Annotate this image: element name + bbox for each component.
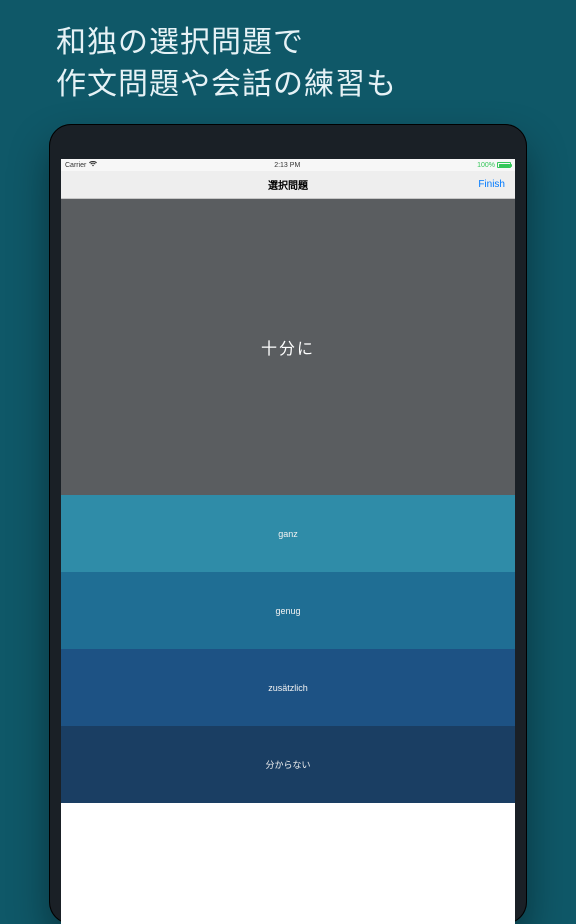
nav-title: 選択問題: [268, 177, 308, 192]
tablet-frame: Carrier 2:13 PM 100% 選択問題 Finish 十分に gan…: [49, 124, 527, 924]
finish-button[interactable]: Finish: [478, 179, 505, 190]
wifi-icon: [89, 161, 97, 169]
status-left: Carrier: [65, 161, 97, 169]
battery-percent: 100%: [477, 162, 495, 169]
nav-bar: 選択問題 Finish: [61, 171, 515, 199]
battery-indicator: 100%: [477, 162, 511, 169]
answer-option-2[interactable]: genug: [61, 572, 515, 649]
tablet-screen: Carrier 2:13 PM 100% 選択問題 Finish 十分に gan…: [61, 159, 515, 924]
answer-option-label: ganz: [278, 529, 298, 539]
promo-headline: 和独の選択問題で 作文問題や会話の練習も: [0, 0, 576, 124]
status-time: 2:13 PM: [274, 162, 300, 169]
answer-option-label: genug: [275, 606, 300, 616]
promo-line-1: 和独の選択問題で: [56, 22, 576, 64]
carrier-label: Carrier: [65, 162, 86, 169]
answer-option-1[interactable]: ganz: [61, 495, 515, 572]
answer-option-label: 分からない: [265, 758, 310, 771]
promo-line-2: 作文問題や会話の練習も: [56, 64, 576, 106]
battery-icon: [497, 162, 511, 168]
status-bar: Carrier 2:13 PM 100%: [61, 159, 515, 171]
answer-option-3[interactable]: zusätzlich: [61, 649, 515, 726]
answer-option-4[interactable]: 分からない: [61, 726, 515, 803]
answer-option-label: zusätzlich: [268, 683, 308, 693]
question-text: 十分に: [261, 335, 315, 359]
question-card: 十分に: [61, 199, 515, 495]
